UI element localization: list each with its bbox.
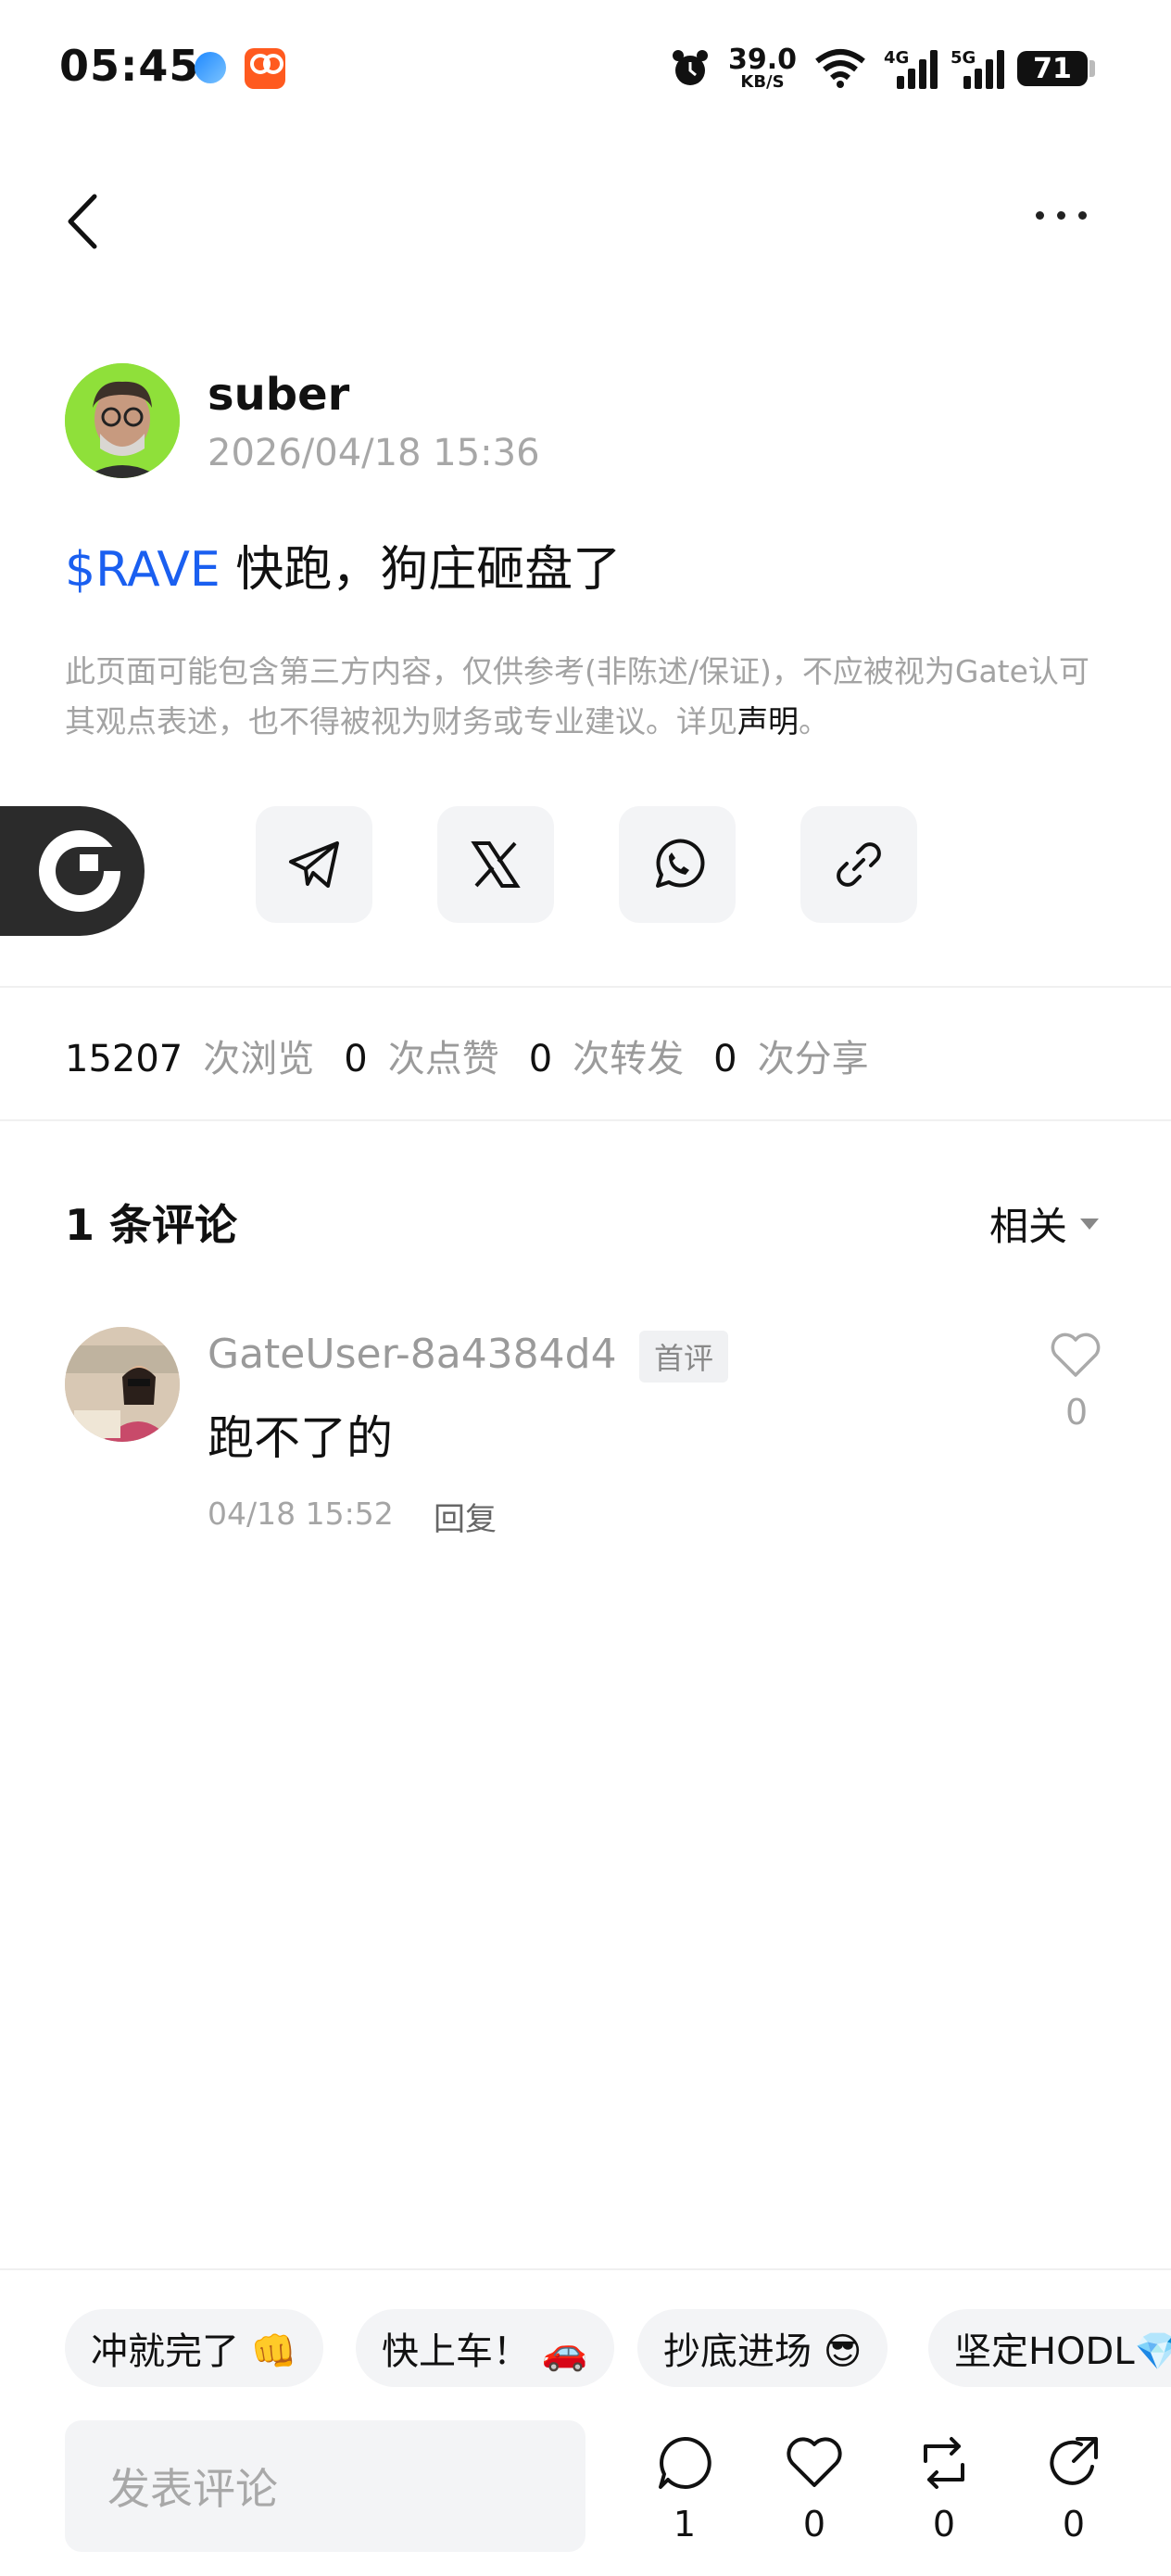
gate-floating-button[interactable]	[0, 806, 145, 936]
quick-reply-chip[interactable]: 快上车！ 🚗	[356, 2309, 614, 2387]
post-content: $RAVE 快跑，狗庄砸盘了	[65, 530, 621, 600]
comment-like-count: 0	[1065, 1392, 1089, 1433]
repost-action[interactable]: 0	[902, 2433, 986, 2544]
comment-bubble-icon	[659, 2436, 711, 2489]
alarm-icon	[672, 50, 708, 85]
share-arrow-icon	[1050, 2437, 1098, 2485]
share-whatsapp-button[interactable]	[619, 806, 736, 923]
browser-app-icon	[195, 52, 226, 83]
like-action[interactable]: 0	[773, 2433, 856, 2544]
battery-indicator: 71	[1017, 51, 1095, 86]
post-body: 快跑，狗庄砸盘了	[220, 542, 622, 598]
author-name[interactable]: suber	[208, 369, 349, 421]
quick-reply-chip[interactable]: 冲就完了 👊	[65, 2309, 323, 2387]
first-comment-badge: 首评	[639, 1331, 729, 1383]
commenter-avatar[interactable]	[65, 1327, 180, 1442]
share-action[interactable]: 0	[1032, 2433, 1115, 2544]
video-app-icon	[245, 48, 285, 89]
post-timestamp: 2026/04/18 15:36	[208, 432, 540, 474]
coin-tag-link[interactable]: $RAVE	[65, 542, 220, 598]
wifi-icon	[815, 49, 865, 88]
signal-4g-icon: 4G	[884, 48, 938, 89]
whatsapp-icon	[656, 839, 705, 888]
post-stats: 15207 次浏览 0 次点赞 0 次转发 0 次分享	[65, 1038, 869, 1080]
comments-header: 1 条评论	[65, 1200, 238, 1250]
share-telegram-button[interactable]	[256, 806, 372, 923]
quick-reply-chip[interactable]: 抄底进场 😎	[637, 2309, 888, 2387]
status-time: 05:45	[59, 41, 200, 91]
signal-5g-icon: 5G	[951, 48, 1004, 89]
comment-text: 跑不了的	[208, 1411, 393, 1465]
reply-button[interactable]: 回复	[434, 1494, 497, 1539]
divider	[0, 986, 1171, 988]
disclaimer-text: 此页面可能包含第三方内容，仅供参考(非陈述/保证)，不应被视为Gate认可其观点…	[65, 653, 1089, 739]
x-logo-icon	[471, 841, 521, 888]
comment-timestamp: 04/18 15:52	[208, 1496, 394, 1532]
caret-down-icon	[1080, 1218, 1099, 1230]
copy-link-button[interactable]	[800, 806, 917, 923]
telegram-icon	[289, 841, 339, 888]
sort-dropdown[interactable]: 相关	[989, 1195, 1099, 1252]
repost-icon	[924, 2437, 964, 2489]
disclaimer-link[interactable]: 声明	[737, 703, 799, 739]
share-x-button[interactable]	[437, 806, 554, 923]
comment-input[interactable]: 发表评论	[65, 2420, 586, 2552]
divider	[0, 1119, 1171, 1121]
heart-icon	[787, 2437, 842, 2487]
quick-reply-chip[interactable]: 坚定HODL💎	[928, 2309, 1171, 2387]
author-avatar[interactable]	[65, 363, 180, 478]
more-options-icon[interactable]	[1036, 211, 1087, 220]
divider	[0, 2268, 1171, 2270]
comment-like-heart-icon[interactable]	[1049, 1331, 1102, 1379]
back-arrow-icon[interactable]	[63, 191, 104, 252]
comment-action[interactable]: 1	[643, 2433, 726, 2544]
commenter-username[interactable]: GateUser-8a4384d4	[208, 1331, 617, 1378]
status-indicators: 39.0 KB/S 4G 5G 71	[669, 41, 1095, 96]
link-icon	[837, 842, 881, 887]
network-speed: 39.0 KB/S	[727, 44, 797, 92]
